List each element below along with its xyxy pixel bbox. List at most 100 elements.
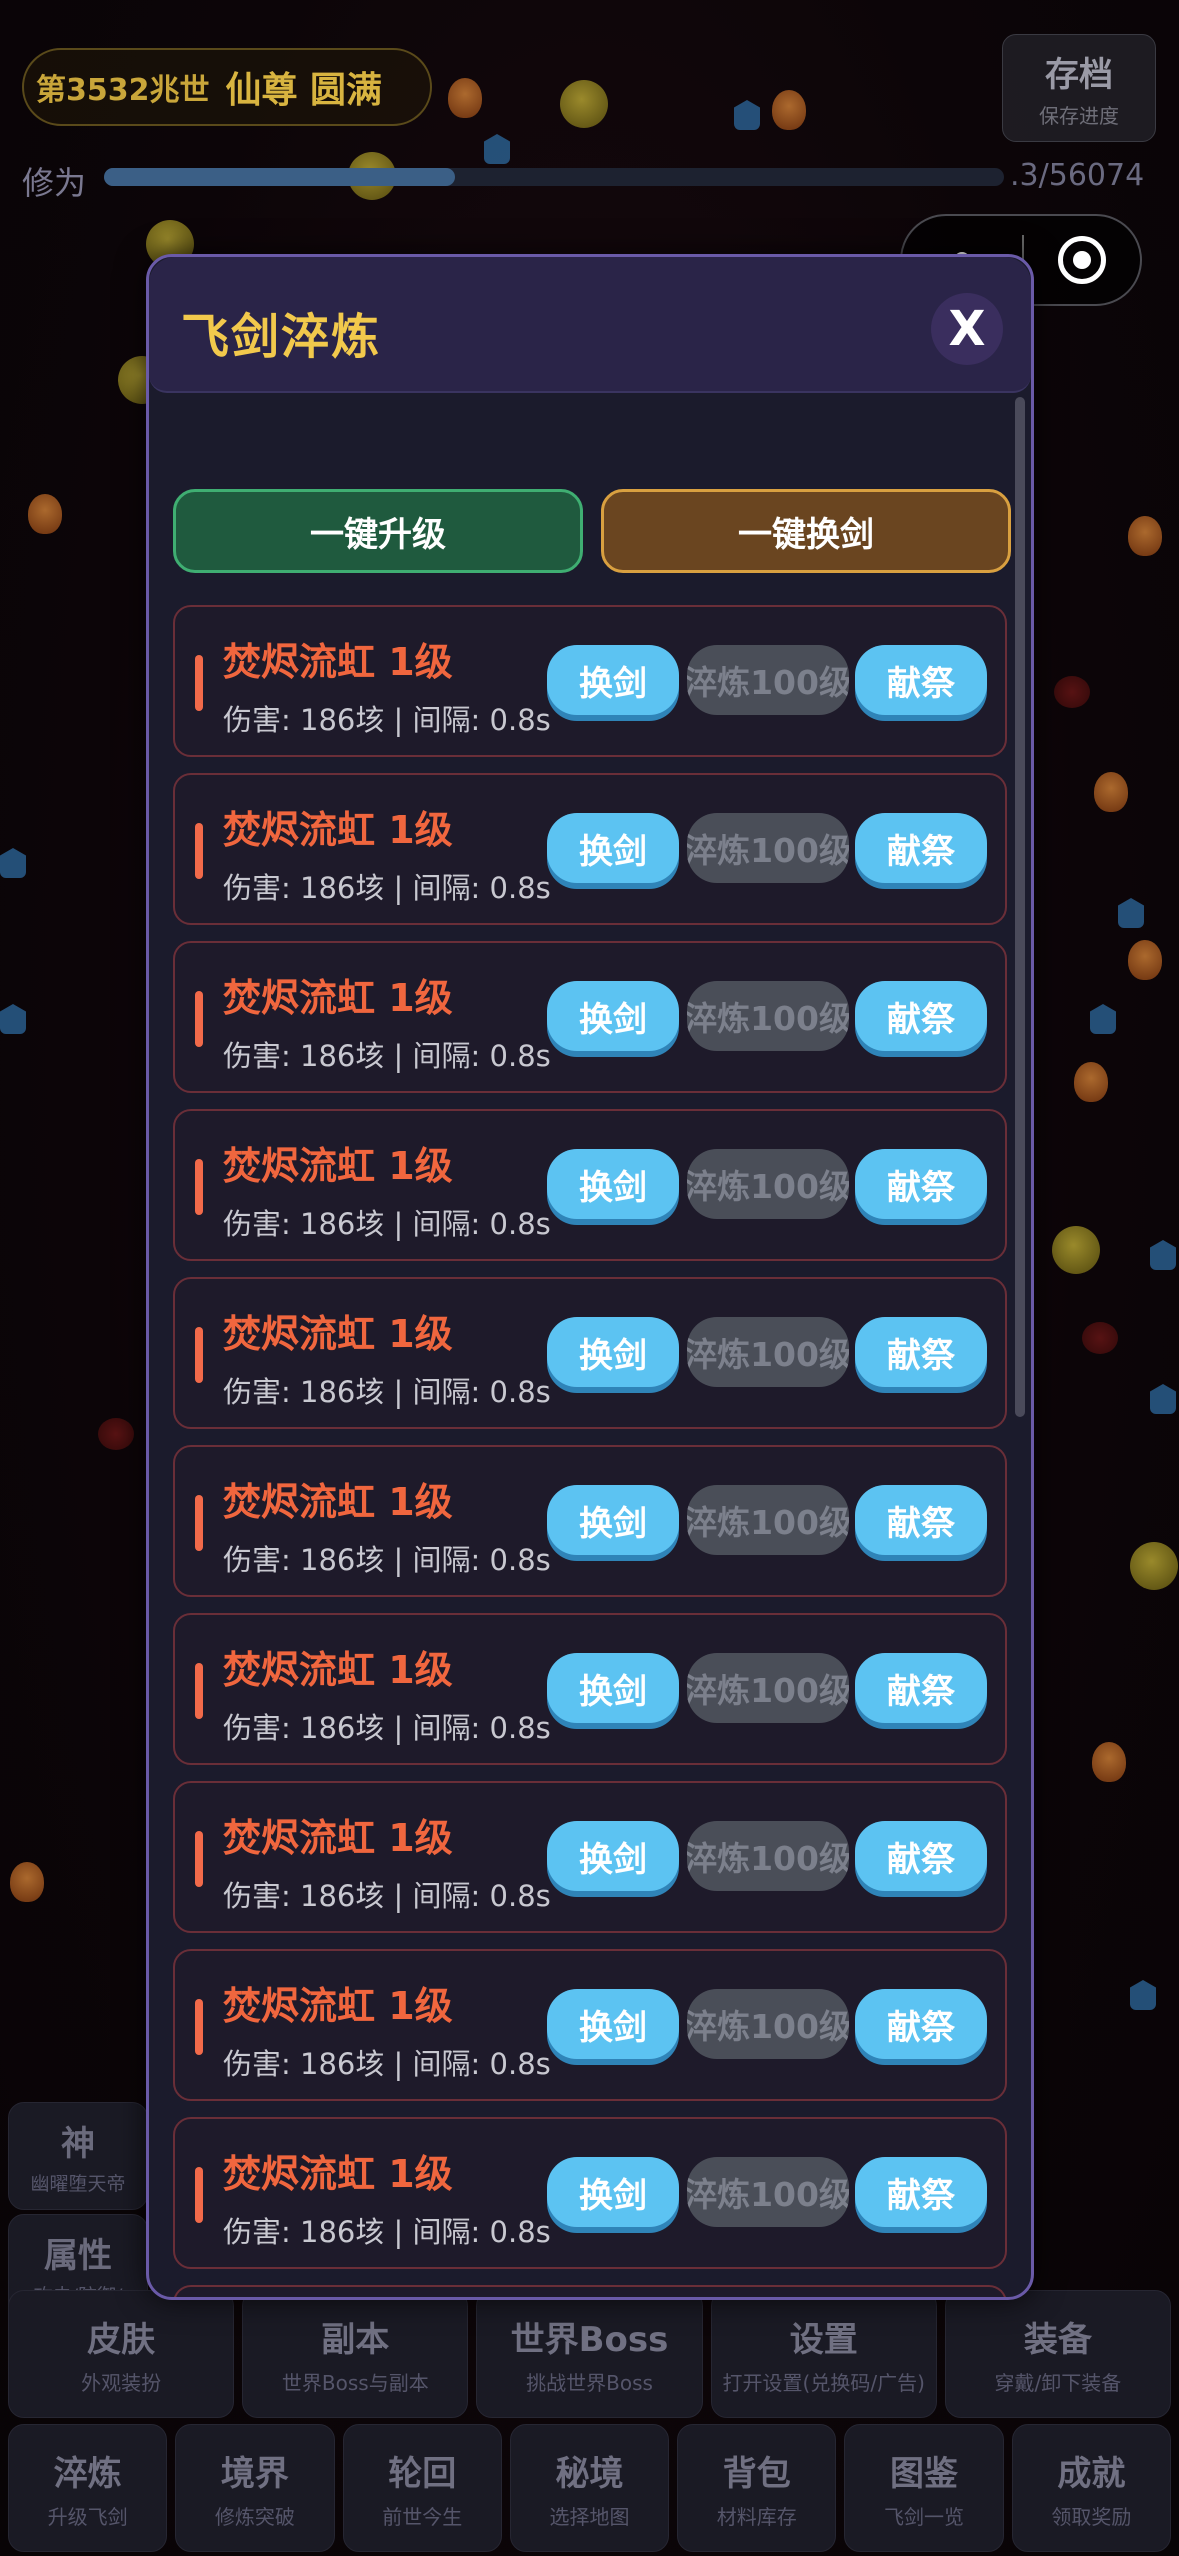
sword-name: 焚烬流虹 1级 [223,1312,453,1356]
sword-row: 焚烬流虹 1级 伤害: 186垓 | 间隔: 0.8s 换剑 淬炼100级 献祭 [173,605,1007,757]
refine-button[interactable]: 淬炼100级 [687,1821,849,1891]
menu-button[interactable]: 副本世界Boss与副本 [242,2290,469,2418]
refine-button[interactable]: 淬炼100级 [687,2157,849,2227]
menu-button-subtitle: 打开设置(兑换码/广告) [722,2371,925,2395]
sacrifice-button[interactable]: 献祭 [855,1485,987,1555]
modal-scrollbar[interactable] [1015,397,1025,1417]
refine-button[interactable]: 淬炼100级 [687,1989,849,2059]
close-icon[interactable]: X [931,293,1003,365]
xiuwei-label: 修为 [22,164,87,202]
menu-button-title: 成就 [1057,2454,1126,2494]
menu-button[interactable]: 图鉴 飞剑一览 [844,2424,1004,2552]
enemy-sprite [1118,898,1144,928]
sword-row: 焚烬流虹 1级 伤害: 186垓 | 间隔: 0.8s 换剑 淬炼100级 献祭 [173,1613,1007,1765]
menu-button[interactable]: 世界Boss 挑战世界Boss [476,2290,703,2418]
menu-button[interactable]: 淬炼 升级飞剑 [8,2424,168,2552]
sword-row: 焚烬流虹 1级 伤害: 186垓 | 间隔: 0.8s 换剑 淬炼100级 献祭 [173,1277,1007,1429]
rarity-bar [195,823,203,879]
menu-button-subtitle: 修炼突破 [214,2505,295,2529]
menu-button-subtitle: 穿戴/卸下装备 [994,2371,1122,2395]
refine-button[interactable]: 淬炼100级 [687,1317,849,1387]
save-button-title: 存档 [1045,55,1113,95]
sword-row: 焚烬流虹 1级伤害: 186垓 | 间隔: 0.8s 换剑 淬炼100级 献祭 [173,2117,1007,2269]
sword-stats: 伤害: 186垓 | 间隔: 0.8s [223,2215,551,2249]
swap-sword-button[interactable]: 换剑 [547,1317,679,1387]
rarity-bar [195,1663,203,1719]
menu-button[interactable]: 轮回 前世今生 [342,2424,502,2552]
sword-name: 焚烬流虹 1级 [223,2152,453,2196]
refine-button[interactable]: 淬炼100级 [687,645,849,715]
sword-row: 焚烬流虹 1级 伤害: 186垓 | 间隔: 0.8s 换剑 淬炼100级 献祭 [173,1781,1007,1933]
sacrifice-button[interactable]: 献祭 [855,2157,987,2227]
swap-all-button[interactable]: 一键换剑 [601,489,1011,573]
refine-button[interactable]: 淬炼100级 [687,981,849,1051]
xiuwei-progress-fill [104,168,455,186]
enemy-sprite [1074,1062,1108,1102]
menu-button[interactable]: 装备 穿戴/卸下装备 [944,2290,1172,2418]
menu-button-subtitle: 世界Boss与副本 [281,2371,429,2395]
enemy-sprite [1094,772,1128,812]
refine-button[interactable]: 淬炼100级 [687,1485,849,1555]
sword-stats: 伤害: 186垓 | 间隔: 0.8s [223,1879,551,1913]
refine-button[interactable]: 淬炼100级 [687,1653,849,1723]
sword-name: 焚烬流虹 1级 [223,1984,453,2028]
side-card-shen[interactable]: 神 幽曜堕天帝 [8,2102,148,2210]
enemy-sprite [1150,1240,1176,1270]
sword-stats: 伤害: 186垓 | 间隔: 0.8s [223,703,551,737]
menu-button-subtitle: 前世今生 [382,2505,463,2529]
refine-button[interactable]: 淬炼100级 [687,1149,849,1219]
enemy-sprite [772,90,806,130]
enemy-sprite [28,494,62,534]
save-button[interactable]: 存档 保存进度 [1002,34,1156,142]
menu-button-title: 副本 [321,2320,390,2360]
menu-button-title: 背包 [722,2454,791,2494]
refine-button[interactable]: 淬炼100级 [687,813,849,883]
swap-sword-button[interactable]: 换剑 [547,2157,679,2227]
sword-stats: 伤害: 186垓 | 间隔: 0.8s [223,1711,551,1745]
menu-button[interactable]: 秘境 选择地图 [509,2424,670,2552]
sacrifice-button[interactable]: 献祭 [855,645,987,715]
enemy-sprite [10,1862,44,1902]
game-screen: 第3532兆世 仙尊 圆满 存档 保存进度 修为 .3/56074 神 幽曜堕天… [0,0,1179,2556]
swap-sword-button[interactable]: 换剑 [547,1149,679,1219]
swap-sword-button[interactable]: 换剑 [547,1821,679,1891]
target-home-icon[interactable] [1024,236,1140,284]
menu-button-title: 设置 [789,2320,858,2360]
swap-sword-button[interactable]: 换剑 [547,813,679,883]
sacrifice-button[interactable]: 献祭 [855,1149,987,1219]
swap-sword-button[interactable]: 换剑 [547,1485,679,1555]
sword-row: 焚烬流虹 1级 伤害: 186垓 | 间隔: 0.8s 换剑 淬炼100级 献祭 [173,941,1007,1093]
enemy-sprite [484,134,510,164]
menu-button[interactable]: 皮肤 外观装扮 [8,2290,235,2418]
sacrifice-button[interactable]: 献祭 [855,1989,987,2059]
rarity-bar [195,1159,203,1215]
enemy-sprite [1092,1742,1126,1782]
enemy-sprite [1130,1980,1156,2010]
side-card-title: 神 [61,2124,95,2164]
side-card-subtitle: 幽曜堕天帝 [30,2173,126,2195]
sword-stats: 伤害: 186垓 | 间隔: 0.8s [223,2047,551,2081]
sword-name: 焚烬流虹 1级 [223,1144,453,1188]
sacrifice-button[interactable]: 献祭 [855,1317,987,1387]
upgrade-all-button[interactable]: 一键升级 [173,489,583,573]
sacrifice-button[interactable]: 献祭 [855,813,987,883]
menu-button[interactable]: 设置打开设置(兑换码/广告) [710,2290,937,2418]
swap-sword-button[interactable]: 换剑 [547,981,679,1051]
enemy-sprite [1054,676,1090,708]
swap-sword-button[interactable]: 换剑 [547,1989,679,2059]
menu-button[interactable]: 境界 修炼突破 [175,2424,335,2552]
xiuwei-value: .3/56074 [1010,158,1145,193]
menu-button-title: 图鉴 [890,2454,959,2494]
enemy-sprite [1150,1384,1176,1414]
sacrifice-button[interactable]: 献祭 [855,1821,987,1891]
enemy-sprite [1052,1226,1100,1274]
menu-button[interactable]: 成就 领取奖励 [1011,2424,1171,2552]
sacrifice-button[interactable]: 献祭 [855,981,987,1051]
enemy-sprite [560,80,608,128]
swap-sword-button[interactable]: 换剑 [547,645,679,715]
menu-button-subtitle: 外观装扮 [81,2371,162,2395]
swap-sword-button[interactable]: 换剑 [547,1653,679,1723]
menu-button[interactable]: 背包 材料库存 [677,2424,837,2552]
sacrifice-button[interactable]: 献祭 [855,1653,987,1723]
rarity-bar [195,1327,203,1383]
